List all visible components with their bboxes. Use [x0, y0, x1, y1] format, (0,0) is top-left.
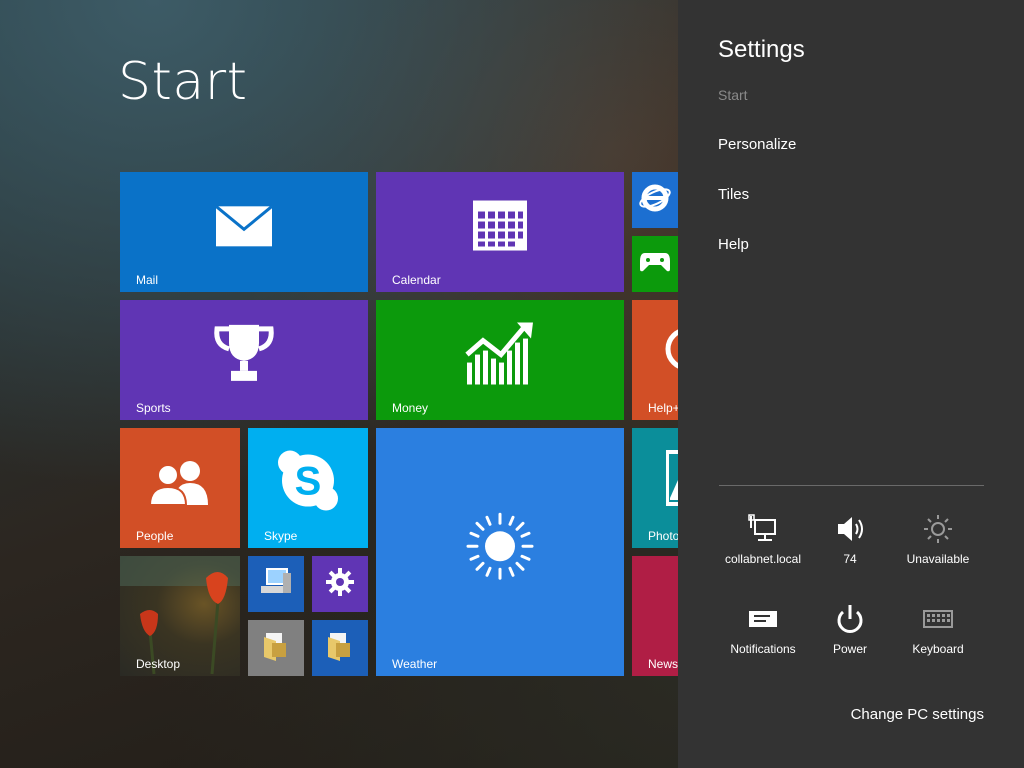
brightness-button[interactable]: Unavailable — [888, 514, 988, 584]
notifications-button[interactable]: Notifications — [713, 604, 813, 674]
power-icon — [800, 604, 900, 634]
people-icon — [148, 459, 212, 509]
start-title: Start — [118, 52, 248, 112]
settings-divider — [719, 485, 984, 486]
settings-item-help[interactable]: Help — [718, 236, 749, 253]
brightness-icon — [888, 514, 988, 544]
network-button[interactable]: collabnet.local — [713, 514, 813, 584]
tile-sports[interactable]: Sports — [120, 300, 368, 420]
help-icon — [662, 324, 678, 378]
tile-pc-settings[interactable] — [312, 556, 368, 612]
money-chart-icon — [465, 321, 535, 389]
calendar-icon — [472, 200, 528, 256]
tile-file-explorer[interactable] — [248, 620, 304, 676]
tile-money[interactable]: Money — [376, 300, 624, 420]
tile-file-explorer-2[interactable] — [312, 620, 368, 676]
keyboard-icon — [888, 604, 988, 634]
settings-title: Settings — [718, 36, 805, 63]
volume-label: 74 — [843, 552, 857, 566]
tile-label: Sports — [136, 401, 171, 415]
change-pc-settings-link[interactable]: Change PC settings — [851, 706, 984, 723]
tile-label: Photo — [648, 529, 678, 543]
volume-button[interactable]: 74 — [800, 514, 900, 584]
tile-label: Mail — [136, 273, 159, 287]
trophy-icon — [211, 323, 277, 387]
network-label: collabnet.local — [724, 552, 802, 566]
internet-explorer-icon — [638, 182, 672, 218]
tile-label: Help+ — [648, 401, 678, 415]
notifications-icon — [713, 604, 813, 634]
settings-context: Start — [718, 87, 748, 103]
folder-icon — [326, 631, 354, 665]
xbox-games-icon — [639, 251, 671, 277]
keyboard-button[interactable]: Keyboard — [888, 604, 988, 674]
tile-people[interactable]: People — [120, 428, 240, 548]
tile-desktop[interactable]: Desktop — [120, 556, 240, 676]
tile-skype[interactable]: S Skype — [248, 428, 368, 548]
sun-icon — [465, 511, 535, 585]
skype-icon: S — [276, 449, 340, 517]
mail-icon — [215, 205, 273, 251]
notifications-label: Notifications — [730, 642, 796, 656]
computer-icon — [259, 567, 293, 601]
keyboard-label: Keyboard — [912, 642, 964, 656]
settings-charm-panel: Settings Start Personalize Tiles Help co… — [678, 0, 1024, 768]
tile-label: Calendar — [392, 273, 441, 287]
gear-icon — [326, 568, 354, 600]
tile-label: Money — [392, 401, 429, 415]
tile-photos[interactable]: Photo — [632, 428, 678, 548]
power-label: Power — [832, 642, 867, 656]
tile-label: News — [648, 657, 678, 671]
svg-text:S: S — [295, 460, 322, 504]
photos-icon — [665, 450, 678, 510]
tile-mail[interactable]: Mail — [120, 172, 368, 292]
tile-computer[interactable] — [248, 556, 304, 612]
tile-xbox-games[interactable] — [632, 236, 678, 292]
brightness-label: Unavailable — [906, 552, 970, 566]
volume-icon — [800, 514, 900, 544]
tile-weather[interactable]: Weather — [376, 428, 624, 676]
tile-label: People — [136, 529, 174, 543]
tile-help[interactable]: Help+ — [632, 300, 678, 420]
tile-calendar[interactable]: Calendar — [376, 172, 624, 292]
settings-item-tiles[interactable]: Tiles — [718, 186, 749, 203]
tile-label: Weather — [392, 657, 438, 671]
folder-icon — [262, 631, 290, 665]
settings-item-personalize[interactable]: Personalize — [718, 136, 796, 153]
tile-label: Desktop — [136, 657, 181, 671]
network-icon — [713, 514, 813, 544]
power-button[interactable]: Power — [800, 604, 900, 674]
tile-label: Skype — [264, 529, 298, 543]
tile-news[interactable]: News — [632, 556, 678, 676]
tile-internet-explorer[interactable] — [632, 172, 678, 228]
